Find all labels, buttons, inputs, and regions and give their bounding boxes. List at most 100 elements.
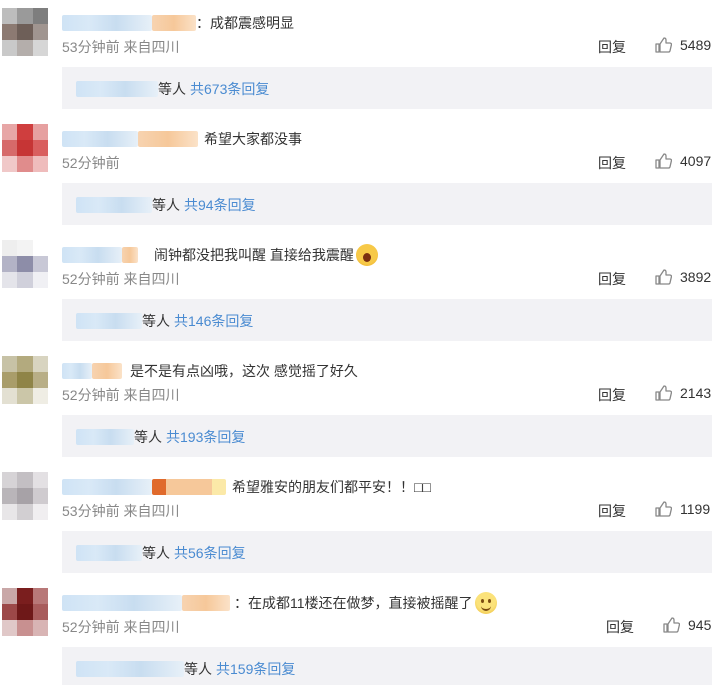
comment-header: 是不是有点凶哦，这次 感觉摇了好久 bbox=[62, 360, 358, 382]
like-count: 945 bbox=[688, 617, 712, 633]
comment-header: 希望大家都没事 bbox=[62, 128, 302, 150]
comment-item: 希望雅安的朋友们都平安！！□□ 53分钟前 来自四川 回复 1199 等人 共5… bbox=[0, 464, 726, 580]
reply-suffix: 等人 bbox=[152, 197, 180, 213]
reply-button[interactable]: 回复 bbox=[598, 385, 626, 405]
avatar-pixel bbox=[17, 40, 33, 56]
comment-source: 来自四川 bbox=[123, 619, 180, 635]
thumbs-up-icon bbox=[655, 37, 672, 53]
avatar-pixel bbox=[17, 240, 33, 256]
avatar-pixel bbox=[32, 140, 48, 156]
username-blurred-tail bbox=[92, 363, 122, 379]
avatar-pixel bbox=[2, 156, 18, 172]
like-button[interactable]: 4097 bbox=[654, 152, 711, 170]
reply-suffix: 等人 bbox=[184, 661, 212, 677]
avatar-pixel bbox=[32, 156, 48, 172]
avatar-pixel bbox=[32, 356, 48, 372]
comment-time: 52分钟前 bbox=[62, 387, 120, 403]
thumbs-up-icon bbox=[663, 617, 680, 633]
reply-users-blurred bbox=[76, 197, 152, 213]
avatar-pixel bbox=[17, 604, 33, 620]
reply-summary[interactable]: 等人 共94条回复 bbox=[62, 183, 712, 225]
username-blurred[interactable] bbox=[62, 247, 122, 263]
reply-suffix: 等人 bbox=[158, 81, 186, 97]
avatar-pixel bbox=[32, 388, 48, 404]
like-count: 4097 bbox=[680, 153, 712, 169]
avatar-pixel bbox=[17, 256, 33, 272]
scream-emoji bbox=[355, 244, 378, 266]
reply-button[interactable]: 回复 bbox=[598, 501, 626, 521]
reply-users-blurred bbox=[76, 429, 134, 445]
thumbs-up-icon bbox=[655, 153, 672, 169]
avatar[interactable] bbox=[2, 588, 48, 636]
username-blurred[interactable] bbox=[62, 595, 182, 611]
username-blurred-tail bbox=[152, 15, 196, 31]
username-blurred-tail bbox=[122, 247, 138, 263]
reply-button[interactable]: 回复 bbox=[606, 617, 634, 637]
avatar-pixel bbox=[2, 620, 18, 636]
like-button[interactable]: 5489 bbox=[654, 36, 711, 54]
reply-count-link[interactable]: 共94条回复 bbox=[184, 195, 256, 215]
reply-count-link[interactable]: 共673条回复 bbox=[190, 79, 269, 99]
thumbs-up-icon bbox=[655, 385, 672, 401]
reply-suffix: 等人 bbox=[142, 313, 170, 329]
avatar-pixel bbox=[2, 40, 18, 56]
avatar-pixel bbox=[17, 620, 33, 636]
comment-meta: 52分钟前 bbox=[62, 153, 120, 173]
avatar-pixel bbox=[32, 24, 48, 40]
avatar-pixel bbox=[2, 272, 18, 288]
comment-text: 希望雅安的朋友们都平安！！□□ bbox=[232, 479, 431, 495]
avatar[interactable] bbox=[2, 124, 48, 172]
avatar-pixel bbox=[2, 588, 18, 604]
avatar[interactable] bbox=[2, 356, 48, 404]
like-button[interactable]: 3892 bbox=[654, 268, 711, 286]
comment-meta: 53分钟前 来自四川 bbox=[62, 37, 179, 57]
comment-item: 闹钟都没把我叫醒 直接给我震醒 52分钟前 来自四川 回复 3892 等人 共1… bbox=[0, 232, 726, 348]
avatar[interactable] bbox=[2, 8, 48, 56]
avatar-pixel bbox=[17, 8, 33, 24]
thumbs-up-icon bbox=[655, 269, 672, 285]
comment-time: 52分钟前 bbox=[62, 271, 120, 287]
comment-item: 希望大家都没事 52分钟前 回复 4097 等人 共94条回复 bbox=[0, 116, 726, 232]
avatar[interactable] bbox=[2, 240, 48, 288]
avatar-pixel bbox=[17, 24, 33, 40]
comment-time: 53分钟前 bbox=[62, 503, 120, 519]
avatar-pixel bbox=[32, 372, 48, 388]
username-blurred-tail bbox=[152, 479, 226, 495]
reply-button[interactable]: 回复 bbox=[598, 269, 626, 289]
avatar-pixel bbox=[32, 256, 48, 272]
username-blurred[interactable] bbox=[62, 479, 152, 495]
comment-text: 是不是有点凶哦，这次 感觉摇了好久 bbox=[130, 363, 358, 379]
avatar-pixel bbox=[32, 472, 48, 488]
comment-source: 来自四川 bbox=[123, 387, 180, 403]
username-blurred[interactable] bbox=[62, 131, 138, 147]
reply-button[interactable]: 回复 bbox=[598, 37, 626, 57]
username-blurred[interactable] bbox=[62, 363, 92, 379]
reply-count-link[interactable]: 共159条回复 bbox=[216, 659, 295, 679]
reply-summary[interactable]: 等人 共146条回复 bbox=[62, 299, 712, 341]
comment-meta: 52分钟前 来自四川 bbox=[62, 385, 179, 405]
reply-button[interactable]: 回复 bbox=[598, 153, 626, 173]
avatar-pixel bbox=[2, 24, 18, 40]
username-blurred[interactable] bbox=[62, 15, 152, 31]
reply-summary[interactable]: 等人 共159条回复 bbox=[62, 647, 712, 685]
reply-summary[interactable]: 等人 共673条回复 bbox=[62, 67, 712, 109]
reply-count-link[interactable]: 共193条回复 bbox=[166, 427, 245, 447]
comment-meta: 52分钟前 来自四川 bbox=[62, 269, 179, 289]
username-blurred-tail bbox=[182, 595, 230, 611]
reply-summary[interactable]: 等人 共56条回复 bbox=[62, 531, 712, 573]
like-button[interactable]: 945 bbox=[662, 616, 711, 634]
reply-users-blurred bbox=[76, 81, 158, 97]
like-button[interactable]: 1199 bbox=[654, 500, 710, 518]
comment-text: ：成都震感明显 bbox=[196, 15, 294, 31]
avatar-pixel bbox=[17, 124, 33, 140]
comment-time: 53分钟前 bbox=[62, 39, 120, 55]
avatar-pixel bbox=[17, 156, 33, 172]
reply-summary[interactable]: 等人 共193条回复 bbox=[62, 415, 712, 457]
like-button[interactable]: 2143 bbox=[654, 384, 711, 402]
avatar[interactable] bbox=[2, 472, 48, 520]
reply-count-link[interactable]: 共146条回复 bbox=[174, 311, 253, 331]
reply-count-link[interactable]: 共56条回复 bbox=[174, 543, 246, 563]
comment-text: ：在成都11楼还在做梦，直接被摇醒了 bbox=[234, 595, 473, 611]
comment-source: 来自四川 bbox=[123, 39, 180, 55]
avatar-pixel bbox=[17, 504, 33, 520]
